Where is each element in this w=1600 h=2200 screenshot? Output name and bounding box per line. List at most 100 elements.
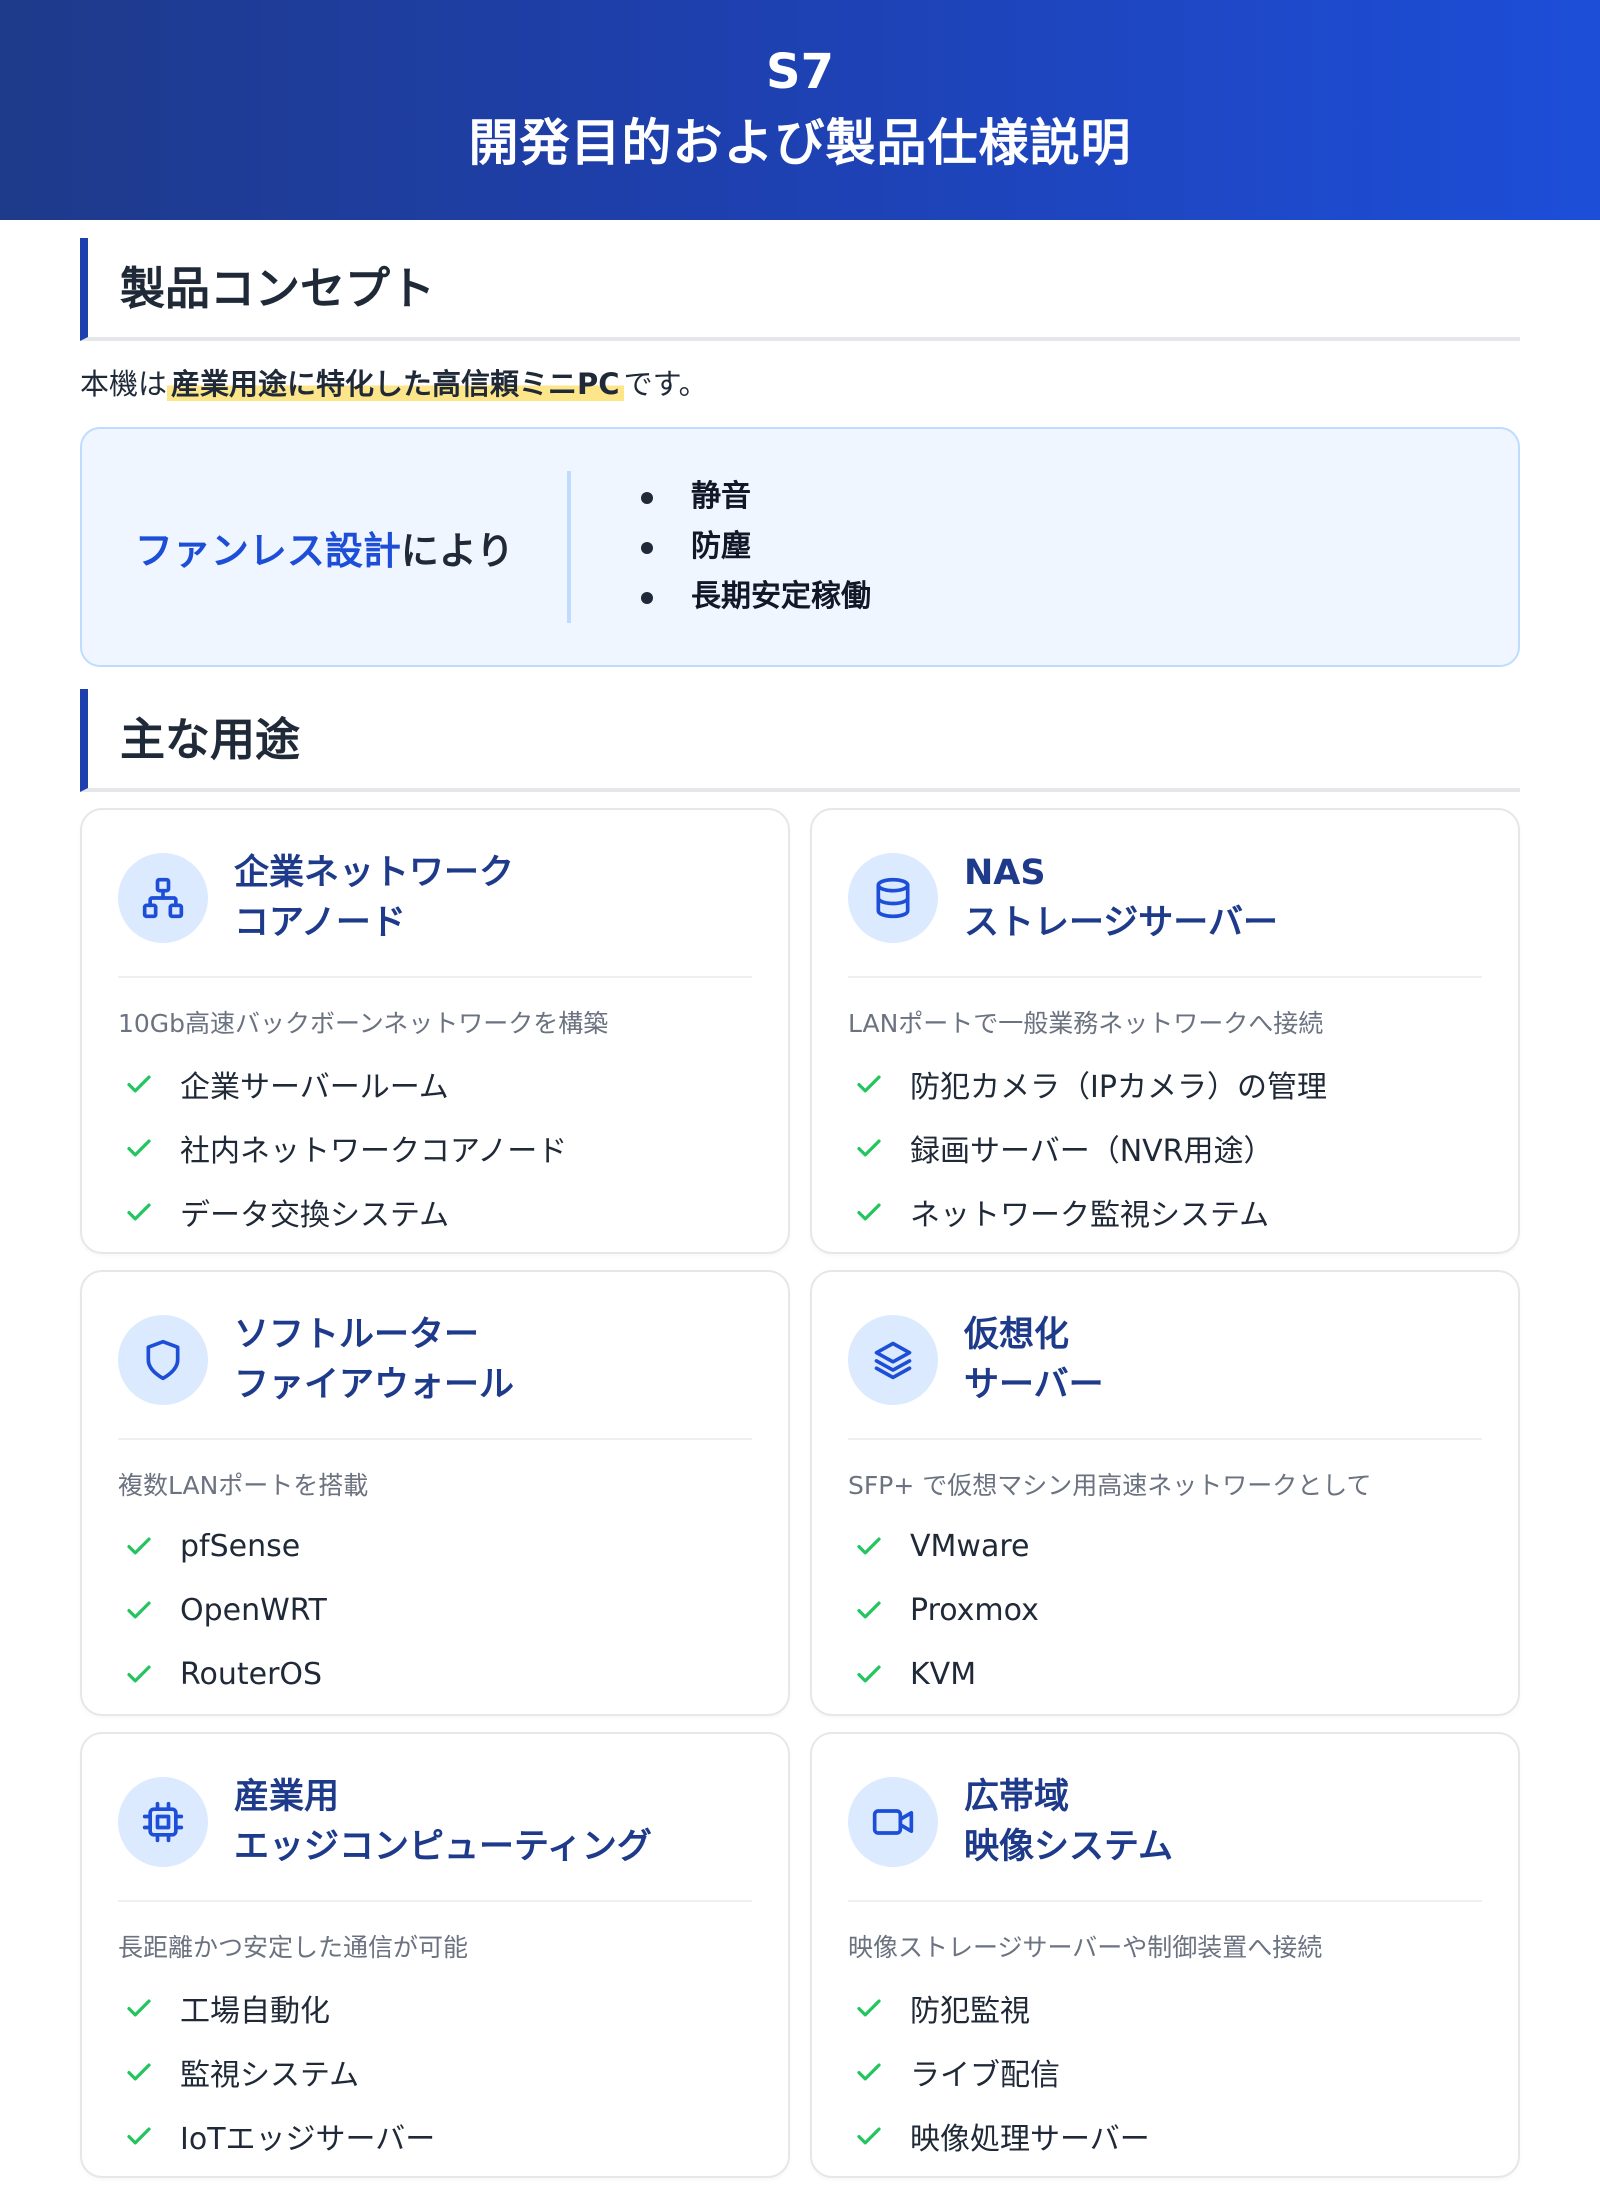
card-title-line2: エッジコンピューティング xyxy=(234,1827,652,1867)
check-icon xyxy=(857,1999,881,2017)
card-title-line1: NAS xyxy=(964,853,1046,893)
fanless-accent: ファンレス設計 xyxy=(134,528,401,573)
main-content: 製品コンセプト 本機は 産業用途に特化した高信頼ミニPC です。 ファンレス設計によ… xyxy=(0,238,1600,2178)
use-card-edge-computing: 産業用 エッジコンピューティング 長距離かつ安定した通信が可能 工場自動化 監視… xyxy=(80,1732,790,2178)
list-item-label: 社内ネットワークコアノード xyxy=(180,1134,568,1169)
feature-item: 静音 xyxy=(641,472,871,522)
list-item: ネットワーク監視システム xyxy=(848,1180,1482,1244)
network-icon xyxy=(118,853,208,943)
card-header: 広帯域 映像システム xyxy=(848,1768,1482,1902)
list-item: 防犯カメラ（IPカメラ）の管理 xyxy=(848,1052,1482,1116)
list-item: 映像処理サーバー xyxy=(848,2104,1482,2168)
card-title-line2: コアノード xyxy=(234,903,406,943)
model-name: S7 xyxy=(766,44,834,100)
list-item: データ交換システム xyxy=(118,1180,752,1244)
card-title: 企業ネットワーク コアノード xyxy=(234,848,514,948)
card-title-line1: 産業用 xyxy=(234,1777,340,1817)
card-item-list: 工場自動化 監視システム IoTエッジサーバー xyxy=(118,1976,752,2168)
card-title-line1: 広帯域 xyxy=(964,1777,1070,1817)
list-item: pfSense xyxy=(118,1514,752,1578)
list-item-label: ライブ配信 xyxy=(910,2058,1060,2093)
list-item-label: RouterOS xyxy=(180,1656,323,1692)
card-description: 映像ストレージサーバーや制御装置へ接続 xyxy=(848,1933,1323,1962)
check-icon xyxy=(127,2063,151,2081)
check-icon xyxy=(857,1203,881,1221)
page-header: S7 開発目的および製品仕様説明 xyxy=(0,0,1600,220)
list-item-label: KVM xyxy=(910,1656,977,1692)
list-item-label: OpenWRT xyxy=(180,1592,327,1628)
list-item-label: 防犯カメラ（IPカメラ）の管理 xyxy=(910,1070,1327,1105)
list-item-label: 防犯監視 xyxy=(910,1994,1030,2029)
card-title-line1: 企業ネットワーク xyxy=(234,853,515,893)
check-icon xyxy=(127,1075,151,1093)
list-item-label: pfSense xyxy=(180,1528,301,1564)
list-item-label: 企業サーバールーム xyxy=(180,1070,449,1105)
card-title-line1: ソフトルーター xyxy=(234,1315,480,1355)
card-title: NAS ストレージサーバー xyxy=(964,848,1278,948)
list-item: 防犯監視 xyxy=(848,1976,1482,2040)
concept-box: ファンレス設計により 静音 防塵 長期安定稼働 xyxy=(80,427,1520,667)
use-case-grid: 企業ネットワーク コアノード 10Gb高速バックボーンネットワークを構築 企業サ… xyxy=(80,808,1520,2178)
concept-box-title: ファンレス設計により xyxy=(82,520,567,575)
use-card-enterprise-network: 企業ネットワーク コアノード 10Gb高速バックボーンネットワークを構築 企業サ… xyxy=(80,808,790,1254)
card-header: 産業用 エッジコンピューティング xyxy=(118,1768,752,1902)
card-title: 広帯域 映像システム xyxy=(964,1772,1173,1872)
list-item: IoTエッジサーバー xyxy=(118,2104,752,2168)
card-header: NAS ストレージサーバー xyxy=(848,844,1482,978)
check-icon xyxy=(857,2127,881,2145)
card-title-line2: ファイアウォール xyxy=(234,1365,515,1405)
card-item-list: pfSense OpenWRT RouterOS xyxy=(118,1514,752,1706)
shield-icon xyxy=(118,1315,208,1405)
check-icon xyxy=(857,1665,881,1683)
card-description: LANポートで一般業務ネットワークへ接続 xyxy=(848,1009,1324,1038)
check-icon xyxy=(857,1075,881,1093)
list-item-label: VMware xyxy=(910,1528,1030,1564)
intro-prefix: 本機は xyxy=(80,367,168,401)
card-item-list: 防犯監視 ライブ配信 映像処理サーバー xyxy=(848,1976,1482,2168)
fanless-suffix: により xyxy=(400,528,515,573)
list-item-label: ネットワーク監視システム xyxy=(910,1198,1270,1233)
cpu-icon xyxy=(118,1777,208,1867)
card-item-list: VMware Proxmox KVM xyxy=(848,1514,1482,1706)
uses-heading: 主な用途 xyxy=(80,689,1520,792)
list-item: 企業サーバールーム xyxy=(118,1052,752,1116)
card-item-list: 企業サーバールーム 社内ネットワークコアノード データ交換システム xyxy=(118,1052,752,1244)
list-item: OpenWRT xyxy=(118,1578,752,1642)
card-header: 仮想化 サーバー xyxy=(848,1306,1482,1440)
list-item: Proxmox xyxy=(848,1578,1482,1642)
use-card-video-system: 広帯域 映像システム 映像ストレージサーバーや制御装置へ接続 防犯監視 ライブ配… xyxy=(810,1732,1520,2178)
card-description: SFP+ で仮想マシン用高速ネットワークとして xyxy=(848,1471,1372,1500)
card-header: ソフトルーター ファイアウォール xyxy=(118,1306,752,1440)
feature-list: 静音 防塵 長期安定稼働 xyxy=(571,472,871,622)
card-header: 企業ネットワーク コアノード xyxy=(118,844,752,978)
feature-item: 長期安定稼働 xyxy=(641,572,871,622)
list-item-label: 録画サーバー（NVR用途） xyxy=(910,1134,1274,1169)
use-card-nas-storage: NAS ストレージサーバー LANポートで一般業務ネットワークへ接続 防犯カメラ… xyxy=(810,808,1520,1254)
check-icon xyxy=(857,2063,881,2081)
card-item-list: 防犯カメラ（IPカメラ）の管理 録画サーバー（NVR用途） ネットワーク監視シス… xyxy=(848,1052,1482,1244)
card-title-line2: サーバー xyxy=(964,1365,1104,1405)
check-icon xyxy=(127,1601,151,1619)
check-icon xyxy=(857,1537,881,1555)
list-item: RouterOS xyxy=(118,1642,752,1706)
feature-item: 防塵 xyxy=(641,522,871,572)
database-icon xyxy=(848,853,938,943)
check-icon xyxy=(127,2127,151,2145)
use-card-virtualization: 仮想化 サーバー SFP+ で仮想マシン用高速ネットワークとして VMware … xyxy=(810,1270,1520,1716)
check-icon xyxy=(857,1601,881,1619)
check-icon xyxy=(127,1999,151,2017)
card-title-line1: 仮想化 xyxy=(964,1315,1070,1355)
card-title-line2: ストレージサーバー xyxy=(964,903,1278,943)
video-camera-icon xyxy=(848,1777,938,1867)
list-item: 社内ネットワークコアノード xyxy=(118,1116,752,1180)
list-item: VMware xyxy=(848,1514,1482,1578)
page-title: 開発目的および製品仕様説明 xyxy=(468,114,1132,172)
check-icon xyxy=(127,1537,151,1555)
card-title-line2: 映像システム xyxy=(964,1827,1173,1867)
check-icon xyxy=(857,1139,881,1157)
list-item: 録画サーバー（NVR用途） xyxy=(848,1116,1482,1180)
list-item: 工場自動化 xyxy=(118,1976,752,2040)
list-item-label: 映像処理サーバー xyxy=(910,2122,1150,2157)
list-item-label: 工場自動化 xyxy=(180,1994,330,2029)
layers-icon xyxy=(848,1315,938,1405)
